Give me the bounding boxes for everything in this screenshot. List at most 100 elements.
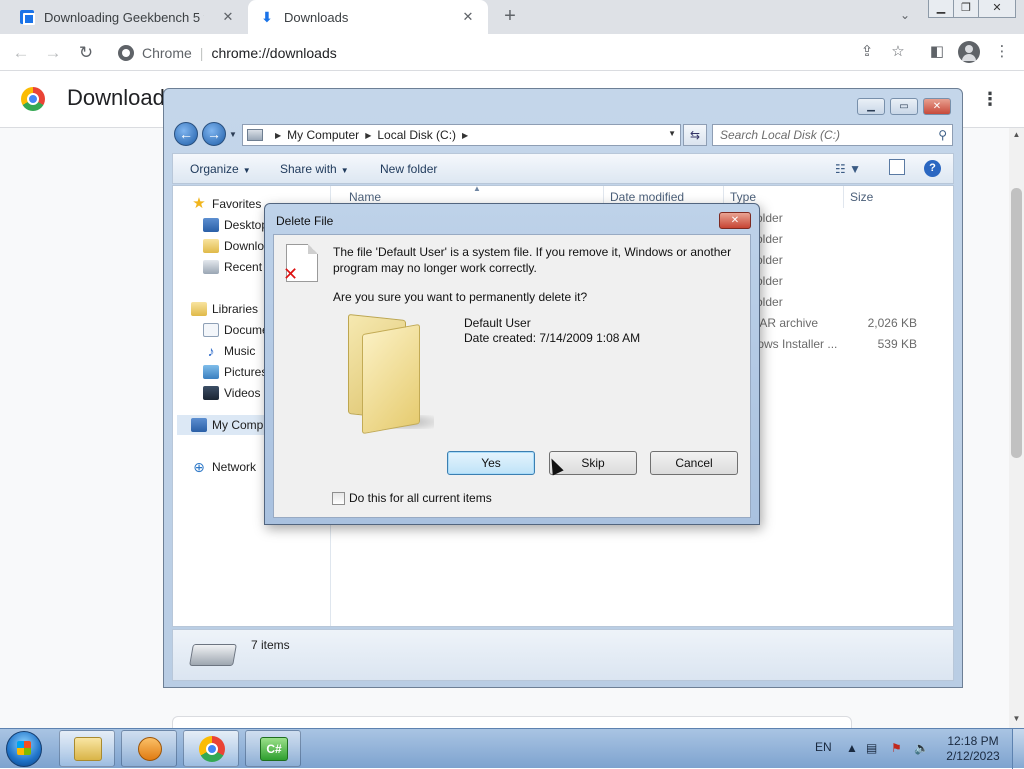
nav-videos[interactable]: Videos	[203, 383, 267, 403]
page-title: Downloads	[67, 85, 176, 110]
close-window-button[interactable]: ✕	[923, 98, 951, 115]
scroll-up-icon[interactable]: ▲	[1011, 130, 1022, 140]
computer-icon	[191, 418, 207, 432]
bookmark-star-icon[interactable]: ☆	[888, 42, 908, 62]
close-icon[interactable]: ✕	[719, 212, 751, 229]
minimize-button[interactable]: ▁	[928, 0, 954, 18]
nav-music[interactable]: ♪ Music	[203, 341, 267, 361]
system-clock[interactable]: 12:18 PM 2/12/2023	[944, 734, 1002, 764]
refresh-button[interactable]: ⇆	[683, 124, 707, 146]
search-input[interactable]: Search Local Disk (C:) ⚲	[712, 124, 953, 146]
search-icon[interactable]: ⚲	[938, 125, 947, 145]
chrome-logo-icon	[21, 87, 45, 111]
skip-button[interactable]: Skip	[549, 451, 637, 475]
breadcrumb-arrow-icon[interactable]: ▶	[462, 131, 468, 140]
apply-all-checkbox[interactable]	[332, 491, 345, 505]
reload-button[interactable]: ↻	[74, 41, 98, 65]
view-options-icon[interactable]: ☷ ▼	[835, 162, 861, 176]
nav-documents[interactable]: Documents	[203, 320, 267, 340]
nav-recent-places[interactable]: Recent Places	[203, 257, 267, 277]
action-center-flag-icon[interactable]: ⚑	[891, 741, 902, 755]
dialog-body: ✕ The file 'Default User' is a system fi…	[273, 234, 751, 518]
nav-label: Network	[212, 460, 257, 474]
clock-date: 2/12/2023	[946, 749, 1000, 763]
column-name[interactable]: Name	[349, 190, 381, 204]
computer-icon	[247, 129, 263, 141]
column-type[interactable]: Type	[730, 190, 756, 204]
nav-network[interactable]: ⊕ Network	[191, 457, 256, 477]
delete-file-dialog: Delete File ✕ ✕ The file 'Default User' …	[264, 203, 760, 525]
tab-title: Downloading Geekbench 5 for W	[44, 9, 204, 25]
chevron-down-icon[interactable]: ⌄	[896, 8, 914, 26]
breadcrumb-arrow-icon[interactable]: ▶	[275, 131, 281, 140]
scroll-down-icon[interactable]: ▼	[1011, 714, 1022, 724]
restore-button[interactable]: ❐	[953, 0, 979, 18]
share-with-label: Share with	[280, 162, 337, 176]
recent-pages-chevron-icon[interactable]: ▼	[229, 130, 237, 139]
close-icon[interactable]: ✕	[460, 9, 476, 25]
breadcrumb-my-computer[interactable]: My Computer	[287, 128, 359, 142]
start-button[interactable]	[6, 731, 42, 767]
preview-pane-icon[interactable]	[889, 159, 905, 175]
checkbox-label[interactable]: Do this for all current items	[349, 491, 492, 505]
videos-icon	[203, 386, 219, 400]
forward-arrow-icon[interactable]: →	[202, 122, 226, 146]
new-tab-button[interactable]: +	[500, 6, 520, 26]
row-size: 539 KB	[877, 337, 917, 351]
tab-geekbench[interactable]: Downloading Geekbench 5 for W ✕	[8, 0, 248, 34]
details-pane: 7 items	[172, 629, 954, 681]
breadcrumb-local-disk[interactable]: Local Disk (C:)	[377, 128, 456, 142]
new-folder-button[interactable]: New folder	[380, 162, 437, 176]
apply-all-checkbox-row[interactable]: Do this for all current items	[332, 491, 492, 505]
maximize-button[interactable]: ▭	[890, 98, 918, 115]
help-icon[interactable]: ?	[924, 160, 941, 177]
menu-kebab-icon[interactable]: ⋮	[980, 89, 1000, 110]
taskbar-media-player-button[interactable]	[121, 730, 177, 767]
show-hidden-icons-icon[interactable]: ▲	[846, 741, 858, 755]
scrollbar-thumb[interactable]	[1011, 188, 1022, 458]
nav-favorites[interactable]: ★ Favorites	[191, 194, 261, 214]
network-status-icon[interactable]: ▤	[866, 741, 877, 755]
volume-icon[interactable]: 🔈	[914, 741, 929, 755]
share-icon[interactable]: ⇪	[857, 42, 877, 62]
yes-button[interactable]: Yes	[447, 451, 535, 475]
libraries-icon	[191, 302, 207, 316]
taskbar-chrome-button[interactable]	[183, 730, 239, 767]
back-button[interactable]: ←	[9, 41, 33, 65]
nav-pictures[interactable]: Pictures	[203, 362, 267, 382]
address-bar[interactable]: ▶ My Computer ▶ Local Disk (C:) ▶ ▼	[242, 124, 681, 146]
close-window-button[interactable]: ✕	[978, 0, 1016, 18]
address-dropdown-icon[interactable]: ▼	[668, 129, 676, 138]
column-size[interactable]: Size	[850, 190, 873, 204]
sort-arrow-icon: ▲	[473, 184, 481, 193]
organize-button[interactable]: Organize ▼	[190, 162, 251, 176]
media-player-icon	[138, 737, 162, 761]
taskbar-csharp-button[interactable]: C#	[245, 730, 301, 767]
forward-button[interactable]: →	[41, 41, 65, 65]
chevron-down-icon: ▼	[340, 166, 349, 175]
nav-libraries[interactable]: Libraries	[191, 299, 258, 319]
minimize-button[interactable]: ▁	[857, 98, 885, 115]
row-size: 2,026 KB	[867, 316, 917, 330]
documents-icon	[203, 323, 219, 337]
profile-avatar-icon[interactable]	[958, 41, 980, 63]
show-desktop-button[interactable]	[1012, 729, 1024, 769]
nav-downloads[interactable]: Downloads	[203, 236, 267, 256]
side-panel-icon[interactable]: ◧	[927, 42, 947, 62]
clock-time: 12:18 PM	[947, 734, 999, 748]
command-bar: Organize ▼ Share with ▼ New folder ☷ ▼ ?	[172, 153, 954, 184]
share-with-button[interactable]: Share with ▼	[280, 162, 349, 176]
menu-kebab-icon[interactable]: ⋮	[992, 42, 1012, 62]
tab-downloads[interactable]: ⬇ Downloads ✕	[248, 0, 488, 34]
cancel-button[interactable]: Cancel	[650, 451, 738, 475]
breadcrumb-arrow-icon[interactable]: ▶	[365, 131, 371, 140]
nav-desktop[interactable]: Desktop	[203, 215, 267, 235]
close-icon[interactable]: ✕	[220, 9, 236, 25]
back-arrow-icon[interactable]: ←	[174, 122, 198, 146]
language-indicator[interactable]: EN	[815, 740, 832, 754]
column-date-modified[interactable]: Date modified	[610, 190, 684, 204]
taskbar-explorer-button[interactable]	[59, 730, 115, 767]
address-bar[interactable]: Chrome | chrome://downloads	[110, 38, 870, 67]
item-count: 7 items	[251, 638, 290, 652]
chevron-down-icon: ▼	[242, 166, 251, 175]
